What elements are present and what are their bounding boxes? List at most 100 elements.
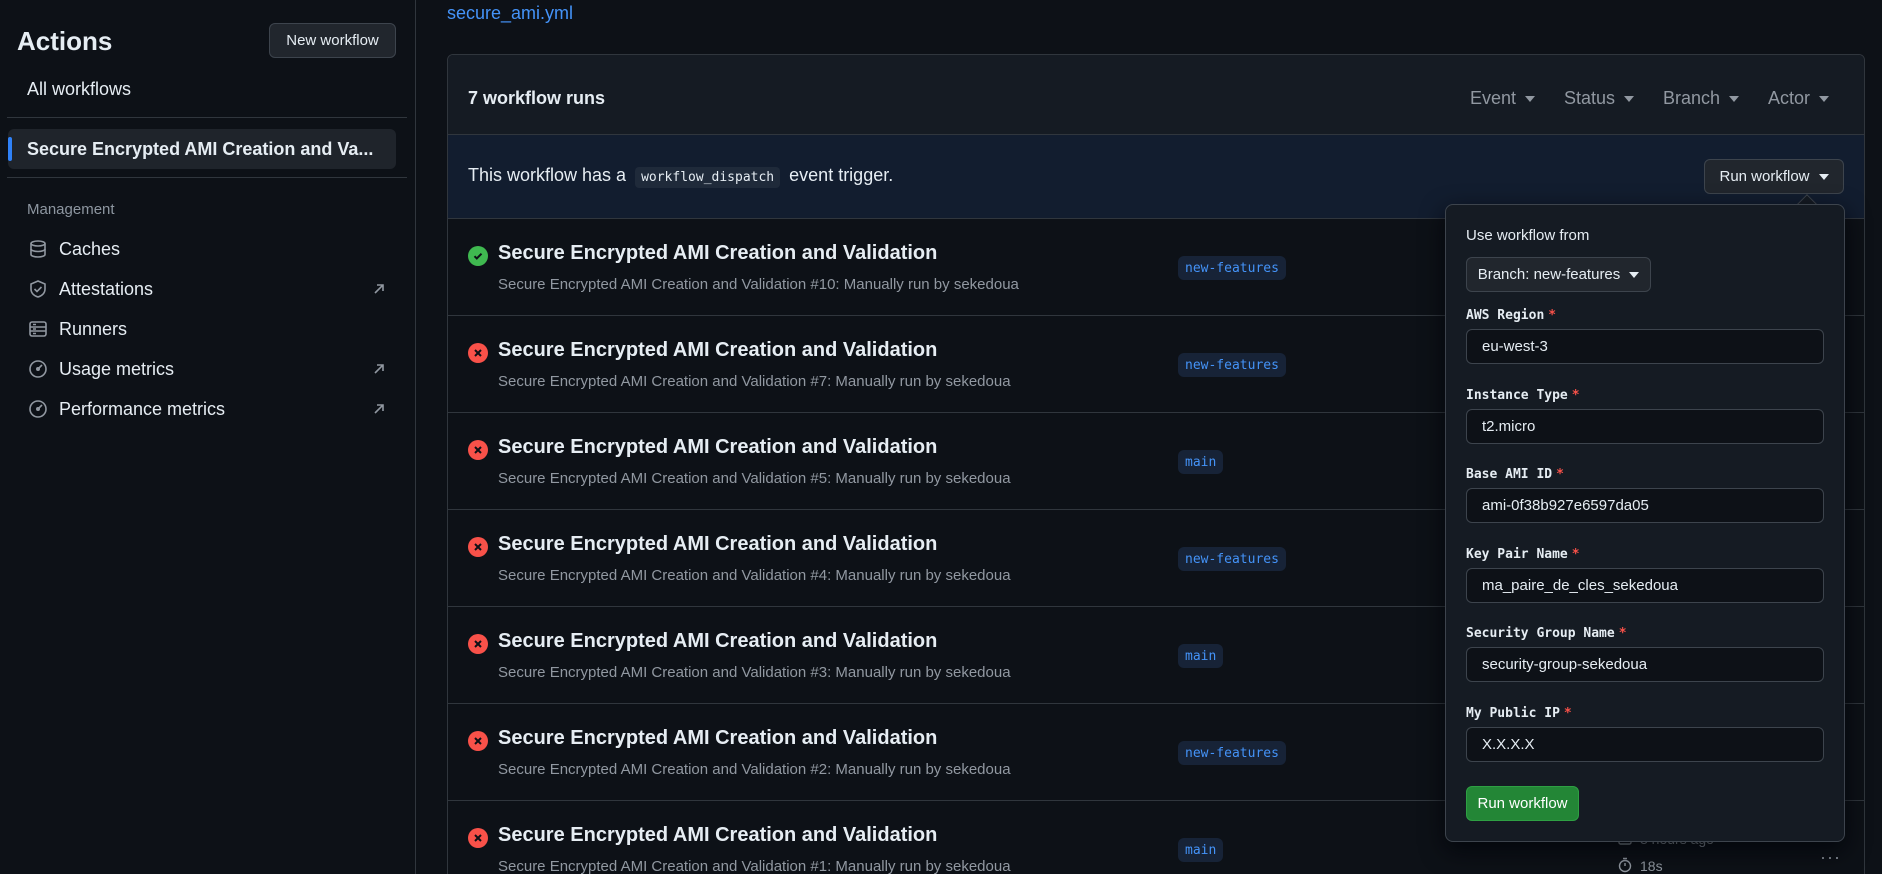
field-label-text: My Public IP	[1466, 706, 1560, 721]
run-title[interactable]: Secure Encrypted AMI Creation and Valida…	[498, 727, 937, 750]
caret-down-icon	[1729, 95, 1740, 102]
x-circle-icon	[468, 343, 488, 363]
filter-event[interactable]: Event	[1470, 88, 1536, 109]
run-info: #10: Manually run by sekedoua	[810, 276, 1019, 293]
external-link-icon	[374, 364, 384, 374]
run-workflow-name: Secure Encrypted AMI Creation and Valida…	[498, 567, 807, 584]
caret-down-icon	[1624, 95, 1635, 102]
active-workflow-label: Secure Encrypted AMI Creation and Va...	[27, 139, 374, 159]
run-workflow-name: Secure Encrypted AMI Creation and Valida…	[498, 664, 807, 681]
workflow-input-field[interactable]	[1466, 409, 1824, 444]
run-workflow-label: Run workflow	[1719, 168, 1810, 185]
workflow-input-field[interactable]	[1466, 568, 1824, 603]
run-title[interactable]: Secure Encrypted AMI Creation and Valida…	[498, 339, 937, 362]
run-info: #1: Manually run by sekedoua	[810, 858, 1011, 874]
new-workflow-button[interactable]: New workflow	[269, 23, 396, 58]
run-subtitle: Secure Encrypted AMI Creation and Valida…	[498, 858, 1011, 874]
sidebar-item-label: Performance metrics	[59, 398, 226, 419]
sidebar-divider	[7, 177, 407, 178]
caret-down-icon	[1525, 95, 1536, 102]
run-title[interactable]: Secure Encrypted AMI Creation and Valida…	[498, 630, 937, 653]
branch-select-label: Branch: new-features	[1477, 266, 1621, 283]
field-label: Base AMI ID *	[1466, 467, 1564, 482]
run-workflow-dropdown-button[interactable]: Run workflow	[1704, 159, 1844, 194]
filter-label: Actor	[1768, 88, 1811, 108]
run-title[interactable]: Secure Encrypted AMI Creation and Valida…	[498, 824, 937, 847]
filter-branch[interactable]: Branch	[1663, 88, 1740, 109]
workflow-file-link[interactable]: secure_ami.yml	[447, 3, 573, 24]
sidebar-divider	[7, 117, 407, 118]
branch-tag[interactable]: main	[1178, 838, 1224, 862]
sidebar: Actions New workflow All workflows Secur…	[0, 0, 416, 874]
run-title[interactable]: Secure Encrypted AMI Creation and Valida…	[498, 533, 937, 556]
run-subtitle: Secure Encrypted AMI Creation and Valida…	[498, 276, 1019, 293]
branch-tag[interactable]: new-features	[1178, 256, 1286, 280]
dispatch-text-after: event trigger.	[789, 165, 894, 185]
all-workflows-link[interactable]: All workflows	[27, 79, 131, 100]
filter-status[interactable]: Status	[1564, 88, 1635, 109]
x-circle-icon	[468, 537, 488, 557]
sidebar-item-usage-metrics[interactable]: Usage metrics	[27, 357, 387, 381]
run-info: #2: Manually run by sekedoua	[810, 761, 1011, 778]
dispatch-event-code: workflow_dispatch	[635, 167, 781, 188]
filter-label: Status	[1564, 88, 1616, 108]
filter-label: Branch	[1663, 88, 1721, 108]
run-subtitle: Secure Encrypted AMI Creation and Valida…	[498, 470, 1011, 487]
sidebar-item-attestations[interactable]: Attestations	[27, 277, 387, 301]
run-duration: 18s	[1640, 858, 1663, 874]
run-workflow-name: Secure Encrypted AMI Creation and Valida…	[498, 276, 807, 293]
caret-down-icon	[1819, 95, 1830, 102]
sidebar-item-label: Caches	[59, 238, 121, 259]
field-label: AWS Region *	[1466, 308, 1556, 323]
run-workflow-popover: Use workflow from Branch: new-features A…	[1445, 204, 1845, 842]
run-title[interactable]: Secure Encrypted AMI Creation and Valida…	[498, 436, 937, 459]
run-workflow-name: Secure Encrypted AMI Creation and Valida…	[498, 470, 807, 487]
runs-count: 7 workflow runs	[468, 88, 606, 108]
required-marker: *	[1618, 626, 1627, 641]
branch-tag[interactable]: new-features	[1178, 547, 1286, 571]
run-info: #5: Manually run by sekedoua	[810, 470, 1011, 487]
branch-tag[interactable]: new-features	[1178, 353, 1286, 377]
workflow-input-field[interactable]	[1466, 727, 1824, 762]
run-subtitle: Secure Encrypted AMI Creation and Valida…	[498, 761, 1011, 778]
x-circle-icon	[468, 828, 488, 848]
filter-actor[interactable]: Actor	[1768, 88, 1830, 109]
field-label-text: AWS Region	[1466, 308, 1545, 323]
sidebar-item-label: Usage metrics	[59, 358, 175, 379]
dispatch-text: This workflow has a workflow_dispatch ev…	[468, 165, 894, 188]
runs-header: 7 workflow runs Event Status Branch Acto…	[448, 55, 1864, 135]
required-marker: *	[1563, 706, 1572, 721]
run-info: #7: Manually run by sekedoua	[810, 373, 1011, 390]
workflow-input-field[interactable]	[1466, 329, 1824, 364]
run-workflow-submit-button[interactable]: Run workflow	[1466, 786, 1579, 821]
x-circle-icon	[468, 731, 488, 751]
x-circle-icon	[468, 634, 488, 654]
workflow-input-field[interactable]	[1466, 488, 1824, 523]
kebab-menu-icon[interactable]: ···	[1820, 847, 1841, 868]
field-label-text: Security Group Name	[1466, 626, 1615, 641]
meter-icon	[27, 358, 49, 380]
required-marker: *	[1571, 388, 1580, 403]
sidebar-item-active-workflow[interactable]: Secure Encrypted AMI Creation and Va...	[8, 129, 396, 169]
sidebar-item-caches[interactable]: Caches	[27, 237, 387, 261]
run-subtitle: Secure Encrypted AMI Creation and Valida…	[498, 373, 1011, 390]
run-info: #3: Manually run by sekedoua	[810, 664, 1011, 681]
field-label: My Public IP *	[1466, 706, 1572, 721]
management-heading: Management	[27, 201, 115, 218]
branch-select-button[interactable]: Branch: new-features	[1466, 257, 1651, 292]
sidebar-item-runners[interactable]: Runners	[27, 317, 387, 341]
run-title[interactable]: Secure Encrypted AMI Creation and Valida…	[498, 242, 937, 265]
sidebar-item-label: Runners	[59, 318, 128, 339]
database-icon	[27, 238, 49, 260]
workflow-input-field[interactable]	[1466, 647, 1824, 682]
field-label-text: Instance Type	[1466, 388, 1568, 403]
field-label-text: Key Pair Name	[1466, 547, 1568, 562]
external-link-icon	[374, 284, 384, 294]
stopwatch-icon	[1618, 857, 1632, 873]
external-link-icon	[374, 404, 384, 414]
run-workflow-name: Secure Encrypted AMI Creation and Valida…	[498, 858, 807, 874]
branch-tag[interactable]: new-features	[1178, 741, 1286, 765]
branch-tag[interactable]: main	[1178, 450, 1224, 474]
branch-tag[interactable]: main	[1178, 644, 1224, 668]
sidebar-item-performance-metrics[interactable]: Performance metrics	[27, 397, 387, 421]
